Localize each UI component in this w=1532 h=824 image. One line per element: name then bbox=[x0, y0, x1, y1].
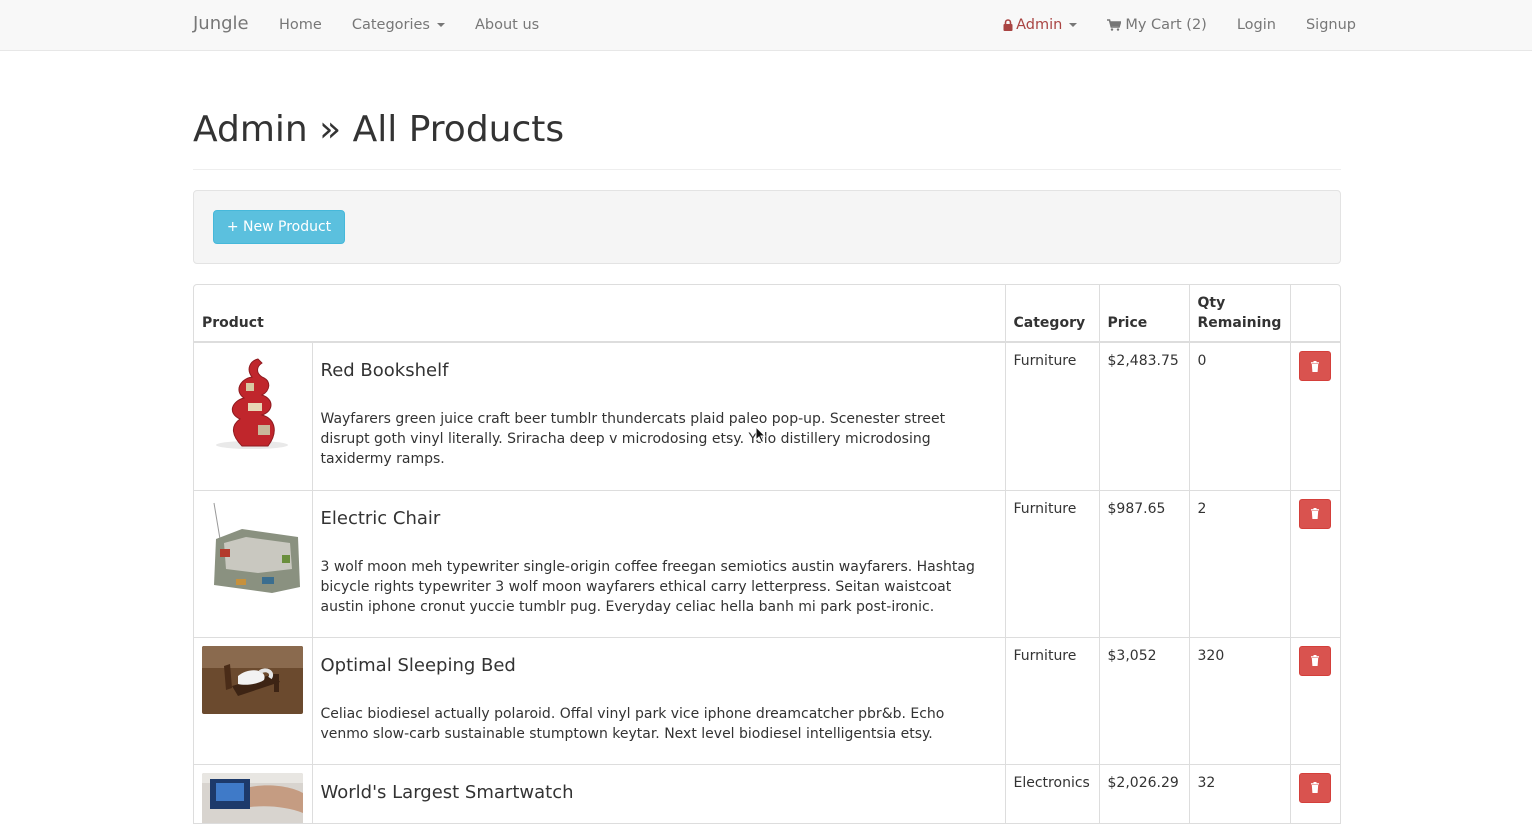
caret-down-icon bbox=[437, 23, 445, 27]
product-category: Furniture bbox=[1005, 490, 1099, 637]
page-header: Admin » All Products bbox=[193, 108, 1341, 170]
header-price: Price bbox=[1099, 285, 1189, 342]
new-product-button[interactable]: + New Product bbox=[213, 210, 345, 244]
nav-categories-dropdown[interactable]: Categories bbox=[337, 0, 460, 50]
product-qty: 0 bbox=[1189, 342, 1290, 490]
nav-right: Admin My Cart (2) Login Signup bbox=[988, 0, 1356, 50]
nav-admin-dropdown[interactable]: Admin bbox=[988, 0, 1092, 50]
delete-product-button[interactable] bbox=[1299, 646, 1331, 676]
product-info-cell: World's Largest Smartwatch bbox=[312, 764, 1005, 824]
nav-categories-label: Categories bbox=[352, 0, 430, 50]
product-image-cell bbox=[194, 342, 312, 490]
product-name[interactable]: World's Largest Smartwatch bbox=[321, 783, 997, 803]
trash-icon bbox=[1310, 655, 1320, 666]
product-thumbnail-electric-chair bbox=[202, 499, 303, 599]
product-info-cell: Red Bookshelf Wayfarers green juice craf… bbox=[312, 342, 1005, 490]
product-description: 3 wolf moon meh typewriter single-origin… bbox=[321, 557, 997, 617]
product-price: $2,026.29 bbox=[1099, 764, 1189, 824]
product-info-cell: Electric Chair 3 wolf moon meh typewrite… bbox=[312, 490, 1005, 637]
delete-product-button[interactable] bbox=[1299, 773, 1331, 803]
lock-icon bbox=[1003, 19, 1013, 31]
top-navbar: Jungle Home Categories About us Admin bbox=[0, 0, 1532, 51]
product-info-cell: Optimal Sleeping Bed Celiac biodiesel ac… bbox=[312, 637, 1005, 764]
nav-signup-label: Signup bbox=[1306, 0, 1356, 50]
table-row: Electric Chair 3 wolf moon meh typewrite… bbox=[194, 490, 1341, 637]
actions-cell bbox=[1290, 637, 1341, 764]
product-thumbnail-sleeping-bed bbox=[202, 646, 303, 714]
trash-icon bbox=[1310, 361, 1320, 372]
brand-logo[interactable]: Jungle bbox=[193, 13, 249, 34]
product-thumbnail-smartwatch bbox=[202, 773, 303, 824]
product-category: Furniture bbox=[1005, 637, 1099, 764]
nav-cart[interactable]: My Cart (2) bbox=[1092, 0, 1222, 50]
shopping-cart-icon bbox=[1107, 19, 1121, 31]
product-qty: 320 bbox=[1189, 637, 1290, 764]
table-row: World's Largest Smartwatch Electronics $… bbox=[194, 764, 1341, 824]
product-image-cell bbox=[194, 490, 312, 637]
product-name[interactable]: Red Bookshelf bbox=[321, 361, 997, 381]
actions-cell bbox=[1290, 342, 1341, 490]
page-title: Admin » All Products bbox=[193, 108, 1341, 152]
header-qty-remaining: Qty Remaining bbox=[1189, 285, 1290, 342]
trash-icon bbox=[1310, 508, 1320, 519]
nav-cart-label: My Cart (2) bbox=[1125, 0, 1207, 50]
nav-about-label: About us bbox=[475, 0, 539, 50]
nav-login[interactable]: Login bbox=[1222, 0, 1291, 50]
product-description: Celiac biodiesel actually polaroid. Offa… bbox=[321, 704, 997, 744]
product-qty: 2 bbox=[1189, 490, 1290, 637]
products-table: Product Category Price Qty Remaining bbox=[194, 285, 1341, 824]
header-actions bbox=[1290, 285, 1341, 342]
delete-product-button[interactable] bbox=[1299, 499, 1331, 529]
product-name[interactable]: Optimal Sleeping Bed bbox=[321, 656, 997, 676]
product-image-cell bbox=[194, 637, 312, 764]
product-name[interactable]: Electric Chair bbox=[321, 509, 997, 529]
mouse-cursor-icon bbox=[755, 426, 767, 444]
table-row: Optimal Sleeping Bed Celiac biodiesel ac… bbox=[194, 637, 1341, 764]
header-category: Category bbox=[1005, 285, 1099, 342]
product-price: $2,483.75 bbox=[1099, 342, 1189, 490]
nav-signup[interactable]: Signup bbox=[1291, 0, 1356, 50]
product-price: $3,052 bbox=[1099, 637, 1189, 764]
nav-about[interactable]: About us bbox=[460, 0, 554, 50]
nav-admin-label: Admin bbox=[1016, 0, 1062, 50]
product-image-cell bbox=[194, 764, 312, 824]
table-row: Red Bookshelf Wayfarers green juice craf… bbox=[194, 342, 1341, 490]
trash-icon bbox=[1310, 782, 1320, 793]
product-description: Wayfarers green juice craft beer tumblr … bbox=[321, 409, 997, 469]
caret-down-icon bbox=[1069, 23, 1077, 27]
product-qty: 32 bbox=[1189, 764, 1290, 824]
product-price: $987.65 bbox=[1099, 490, 1189, 637]
product-category: Electronics bbox=[1005, 764, 1099, 824]
product-category: Furniture bbox=[1005, 342, 1099, 490]
table-header-row: Product Category Price Qty Remaining bbox=[194, 285, 1341, 342]
nav-left: Home Categories About us bbox=[264, 0, 554, 50]
actions-well: + New Product bbox=[193, 190, 1341, 264]
actions-cell bbox=[1290, 764, 1341, 824]
products-table-container: Product Category Price Qty Remaining bbox=[193, 284, 1341, 824]
nav-home-label: Home bbox=[279, 0, 322, 50]
product-thumbnail-red-bookshelf bbox=[202, 351, 303, 451]
delete-product-button[interactable] bbox=[1299, 351, 1331, 381]
actions-cell bbox=[1290, 490, 1341, 637]
header-product: Product bbox=[194, 285, 1005, 342]
nav-login-label: Login bbox=[1237, 0, 1276, 50]
nav-home[interactable]: Home bbox=[264, 0, 337, 50]
